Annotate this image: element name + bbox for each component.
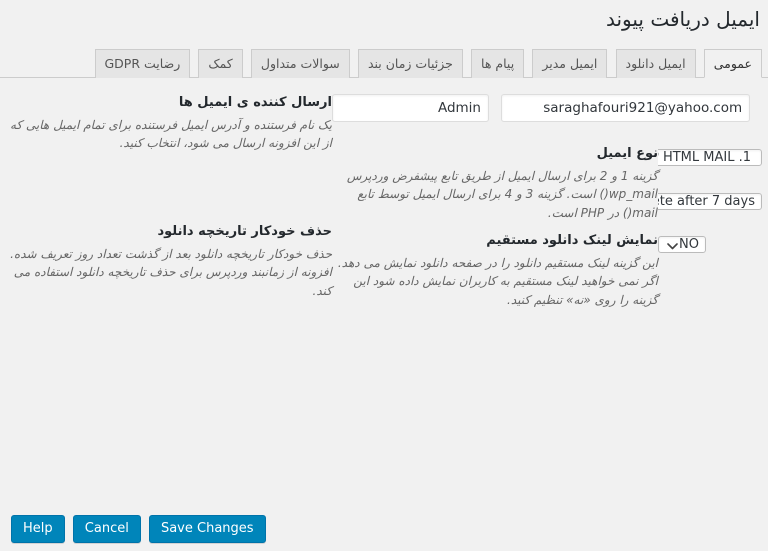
sender-name-input[interactable] [332,94,489,122]
email-type-select[interactable]: WP HTML MAIL .1 [658,149,762,166]
sender-field-block [332,93,762,122]
email-type-field-block: WP HTML MAIL .1 [658,144,762,171]
settings-content: ارسال کننده ی ایمیل ها یک نام فرستنده و … [0,93,768,307]
cancel-button[interactable]: Cancel [72,515,141,543]
direct-link-title: نمایش لینک دانلود مستقیم [486,233,658,248]
tab-cron[interactable]: جزئیات زمان بند [357,49,463,78]
direct-link-description-block: نمایش لینک دانلود مستقیم این گزینه لینک … [332,231,658,309]
tab-messages[interactable]: پیام ها [471,49,525,78]
tab-general[interactable]: عمومی [703,49,762,78]
settings-tab-bar: عمومی ایمیل دانلود ایمیل مدیر پیام ها جز… [0,39,768,78]
setting-row-email-type: نوع ایمیل گزینه 1 و 2 برای ارسال ایمیل ا… [6,144,762,220]
email-type-select-wrapper[interactable]: WP HTML MAIL .1 [658,145,762,171]
sender-title: ارسال کننده ی ایمیل ها [178,95,332,110]
page-title: ایمیل دریافت پیوند [605,7,760,31]
save-button[interactable]: Save Changes [148,515,266,543]
tab-gdpr[interactable]: رضایت GDPR [94,49,191,78]
setting-row-sender: ارسال کننده ی ایمیل ها یک نام فرستنده و … [6,93,762,150]
tab-download[interactable]: ایمیل دانلود [615,49,696,78]
direct-link-select[interactable]: NO [658,236,706,253]
form-actions: Help Cancel Save Changes [7,515,266,543]
tab-admin[interactable]: ایمیل مدیر [532,49,608,78]
setting-row-direct-link: نمایش لینک دانلود مستقیم این گزینه لینک … [6,231,762,307]
tab-faq[interactable]: سوالات متداول [250,49,350,78]
tab-help[interactable]: کمک [198,49,243,78]
direct-link-description: این گزینه لینک مستقیم دانلود را در صفحه … [337,255,658,307]
setting-row-auto-delete: حذف خودکار تاریخچه دانلود حذف خودکار تار… [6,188,762,298]
auto-delete-select[interactable]: Delete after 7 days [658,193,762,210]
auto-delete-select-wrapper[interactable]: Delete after 7 days [658,189,762,215]
direct-link-select-wrapper[interactable]: NO [658,232,706,258]
email-type-title: نوع ایمیل [596,146,658,161]
auto-delete-field-block: Delete after 7 days [658,188,762,215]
direct-link-field-block: NO [658,231,762,258]
sender-email-input[interactable] [501,94,751,122]
help-button[interactable]: Help [11,515,65,543]
